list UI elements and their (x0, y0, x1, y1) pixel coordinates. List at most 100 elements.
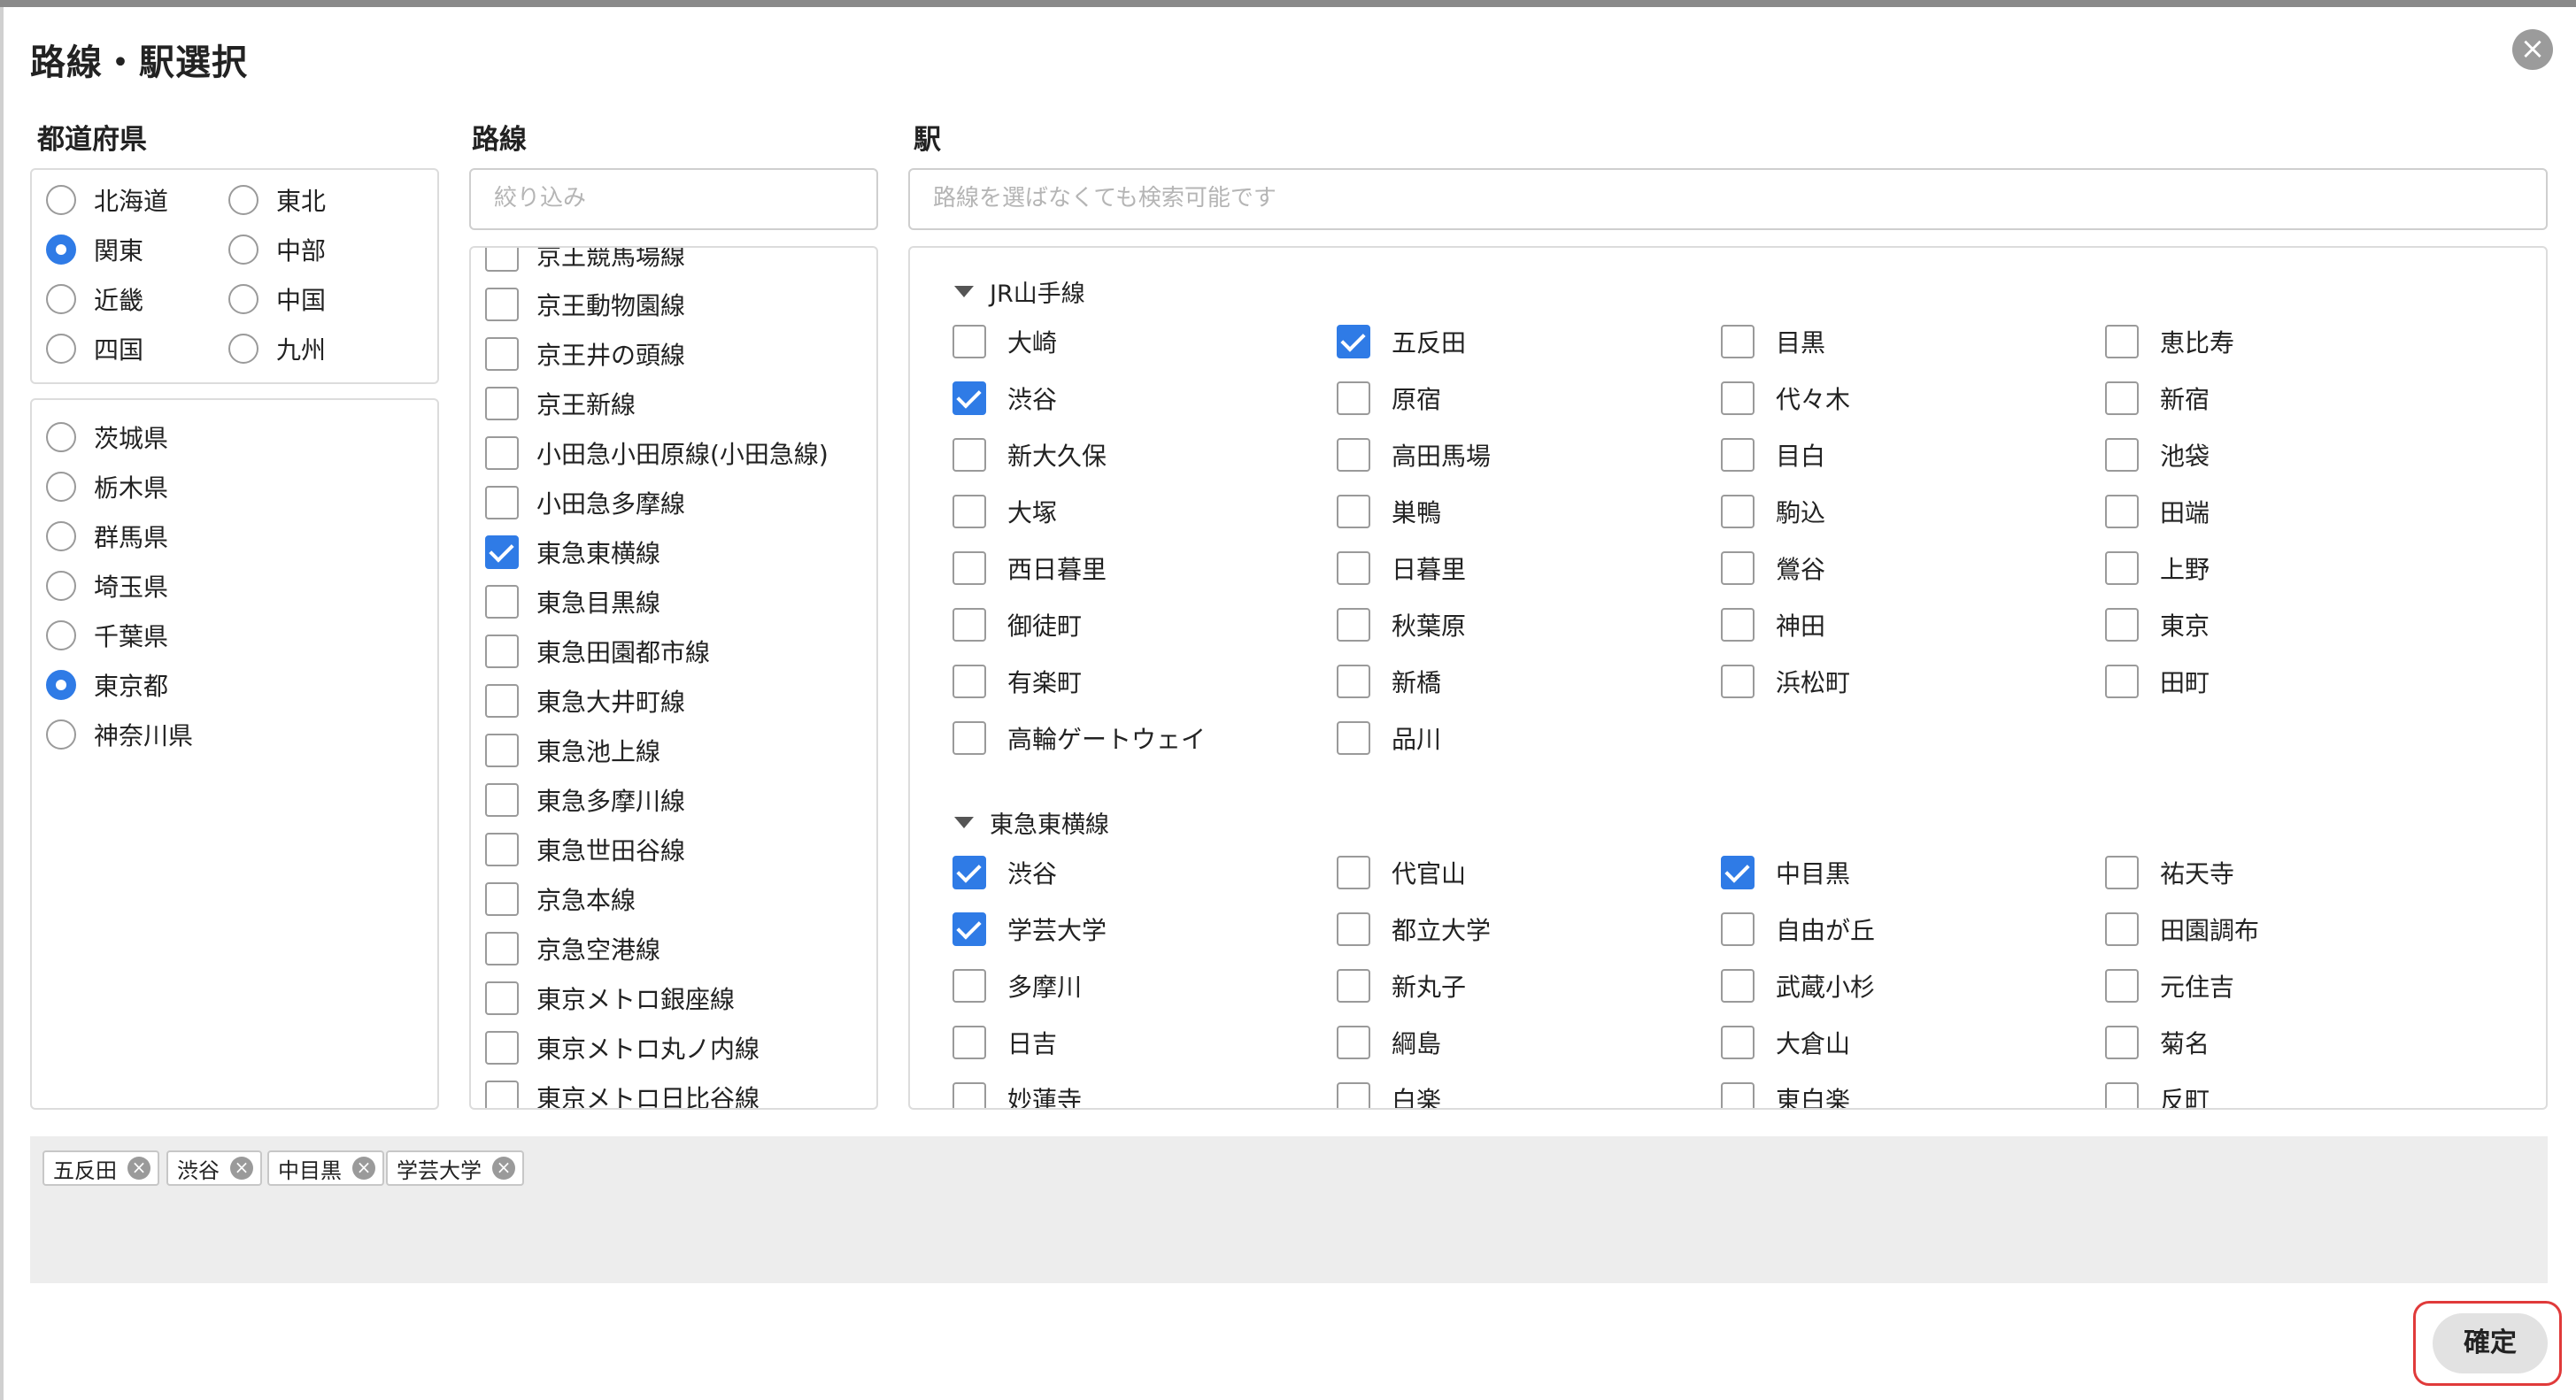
radio-button[interactable] (46, 185, 76, 215)
checkbox[interactable] (953, 381, 986, 415)
station-option[interactable]: 自由が丘 (1721, 912, 1875, 947)
collapse-triangle-icon[interactable] (954, 286, 974, 297)
radio-button[interactable] (228, 235, 258, 265)
region-option[interactable]: 北海道 (46, 182, 168, 218)
radio-button[interactable] (46, 620, 76, 650)
checkbox[interactable] (485, 535, 519, 569)
station-option[interactable]: 目黒 (1721, 324, 1825, 359)
station-group-header[interactable]: 東急東横線 (954, 805, 1109, 840)
radio-button[interactable] (228, 185, 258, 215)
checkbox[interactable] (1337, 969, 1370, 1003)
station-option[interactable]: 渋谷 (953, 855, 1057, 890)
checkbox[interactable] (485, 882, 519, 916)
radio-button[interactable] (228, 284, 258, 314)
radio-button[interactable] (46, 571, 76, 601)
line-option[interactable]: 京王動物園線 (485, 287, 685, 322)
station-option[interactable]: 田端 (2105, 494, 2210, 529)
prefecture-option[interactable]: 埼玉県 (46, 568, 168, 604)
line-option[interactable]: 東急目黒線 (485, 584, 660, 619)
checkbox[interactable] (953, 912, 986, 946)
checkbox[interactable] (953, 551, 986, 585)
line-option[interactable]: 小田急多摩線 (485, 485, 685, 520)
station-option[interactable]: 池袋 (2105, 437, 2210, 473)
checkbox[interactable] (953, 969, 986, 1003)
line-option[interactable]: 小田急小田原線(小田急線) (485, 435, 829, 471)
region-option[interactable]: 中国 (228, 281, 326, 317)
radio-button[interactable] (46, 284, 76, 314)
radio-button[interactable] (46, 235, 76, 265)
station-option[interactable]: 田園調布 (2105, 912, 2259, 947)
prefecture-option[interactable]: 千葉県 (46, 618, 168, 653)
prefecture-option[interactable]: 栃木県 (46, 469, 168, 504)
station-option[interactable]: 原宿 (1337, 381, 1441, 416)
checkbox[interactable] (485, 288, 519, 321)
checkbox[interactable] (1721, 381, 1755, 415)
station-option[interactable]: 恵比寿 (2105, 324, 2234, 359)
checkbox[interactable] (1721, 1082, 1755, 1108)
station-option[interactable]: 大倉山 (1721, 1025, 1850, 1060)
chip-remove-icon[interactable]: × (127, 1157, 150, 1180)
radio-button[interactable] (46, 521, 76, 551)
checkbox[interactable] (1337, 856, 1370, 889)
checkbox[interactable] (953, 665, 986, 698)
checkbox[interactable] (2105, 856, 2139, 889)
line-checkbox-list[interactable]: 京王競馬場線 京王動物園線 京王井の頭線 京王新線 小田急小田原線(小田急線) 小田急多摩… (469, 246, 878, 1110)
line-option[interactable]: 東急世田谷線 (485, 832, 685, 867)
checkbox[interactable] (953, 1082, 986, 1108)
checkbox[interactable] (1721, 495, 1755, 528)
station-option[interactable]: 御徒町 (953, 607, 1082, 642)
checkbox[interactable] (2105, 608, 2139, 642)
line-option[interactable]: 京急空港線 (485, 931, 660, 966)
prefecture-option[interactable]: 東京都 (46, 667, 168, 703)
checkbox[interactable] (1337, 1026, 1370, 1059)
checkbox[interactable] (1337, 608, 1370, 642)
station-option[interactable]: 新橋 (1337, 664, 1441, 699)
checkbox[interactable] (1721, 969, 1755, 1003)
station-option[interactable]: 田町 (2105, 664, 2210, 699)
prefecture-option[interactable]: 神奈川県 (46, 717, 193, 752)
checkbox[interactable] (1337, 325, 1370, 358)
station-option[interactable]: 高田馬場 (1337, 437, 1491, 473)
radio-button[interactable] (228, 334, 258, 364)
line-option[interactable]: 京王新線 (485, 386, 636, 421)
station-option[interactable]: 品川 (1337, 720, 1441, 756)
checkbox[interactable] (1337, 381, 1370, 415)
station-option[interactable]: 東白楽 (1721, 1081, 1850, 1108)
chip-remove-icon[interactable]: × (230, 1157, 253, 1180)
region-option[interactable]: 中部 (228, 232, 326, 267)
station-option[interactable]: 西日暮里 (953, 550, 1107, 586)
station-option[interactable]: 巣鴨 (1337, 494, 1441, 529)
station-option[interactable]: 祐天寺 (2105, 855, 2234, 890)
checkbox[interactable] (485, 337, 519, 371)
checkbox[interactable] (1721, 325, 1755, 358)
station-option[interactable]: 反町 (2105, 1081, 2210, 1108)
checkbox[interactable] (953, 495, 986, 528)
checkbox[interactable] (485, 783, 519, 817)
station-option[interactable]: 代官山 (1337, 855, 1466, 890)
station-option[interactable]: 駒込 (1721, 494, 1825, 529)
station-option[interactable]: 五反田 (1337, 324, 1466, 359)
checkbox[interactable] (485, 486, 519, 519)
checkbox[interactable] (2105, 1082, 2139, 1108)
chip-remove-icon[interactable]: × (352, 1157, 375, 1180)
region-option[interactable]: 東北 (228, 182, 326, 218)
checkbox[interactable] (2105, 438, 2139, 472)
station-option[interactable]: 新丸子 (1337, 968, 1466, 1004)
checkbox[interactable] (953, 438, 986, 472)
station-option[interactable]: 大崎 (953, 324, 1057, 359)
checkbox[interactable] (485, 248, 519, 272)
station-option[interactable]: 渋谷 (953, 381, 1057, 416)
radio-button[interactable] (46, 719, 76, 750)
region-option[interactable]: 九州 (228, 331, 326, 366)
station-option[interactable]: 上野 (2105, 550, 2210, 586)
station-option[interactable]: 多摩川 (953, 968, 1082, 1004)
checkbox[interactable] (485, 684, 519, 718)
checkbox[interactable] (953, 1026, 986, 1059)
checkbox[interactable] (485, 981, 519, 1015)
checkbox[interactable] (953, 325, 986, 358)
line-option[interactable]: 東急東横線 (485, 535, 660, 570)
close-icon[interactable]: × (2512, 29, 2553, 70)
checkbox[interactable] (953, 608, 986, 642)
line-option[interactable]: 東急池上線 (485, 733, 660, 768)
checkbox[interactable] (1721, 438, 1755, 472)
